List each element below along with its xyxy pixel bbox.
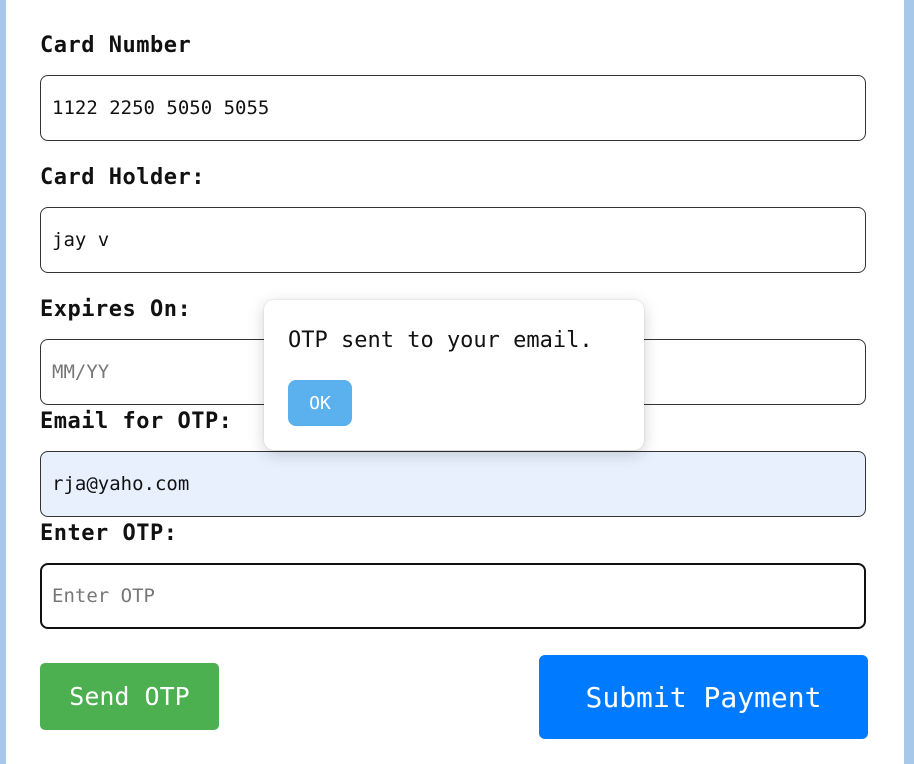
enter-otp-label: Enter OTP: [40, 521, 178, 546]
card-number-label: Card Number [40, 33, 192, 58]
send-otp-button[interactable]: Send OTP [40, 663, 219, 730]
card-holder-input[interactable] [40, 207, 866, 273]
otp-alert-dialog: OTP sent to your email. OK [264, 300, 644, 450]
card-holder-label: Card Holder: [40, 165, 205, 190]
otp-input[interactable] [40, 563, 866, 629]
submit-payment-button[interactable]: Submit Payment [539, 655, 868, 739]
dialog-message: OTP sent to your email. [288, 328, 593, 353]
email-input[interactable] [40, 451, 866, 517]
email-otp-label: Email for OTP: [40, 409, 233, 434]
card-number-input[interactable] [40, 75, 866, 141]
dialog-ok-button[interactable]: OK [288, 380, 352, 426]
expires-on-label: Expires On: [40, 297, 192, 322]
